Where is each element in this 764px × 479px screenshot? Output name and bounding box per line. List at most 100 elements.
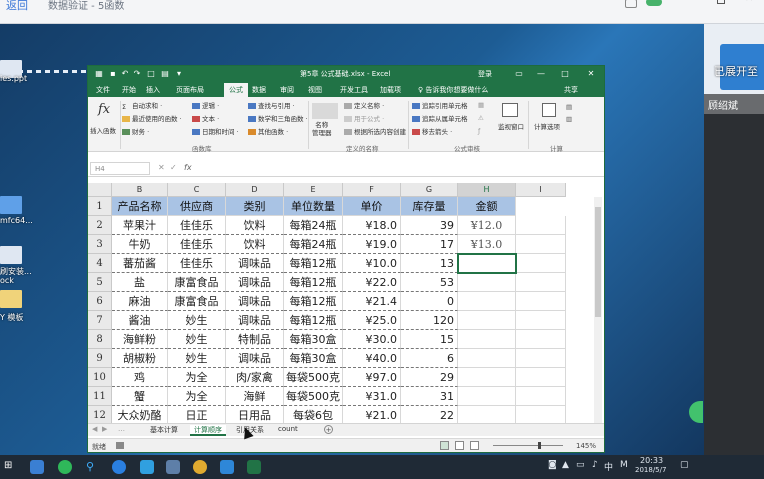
ribbon-tab[interactable]: 插入 [146, 85, 160, 95]
cancel-icon[interactable]: ✕ [158, 163, 165, 172]
name-manager-button[interactable]: 名称 管理器 [312, 121, 332, 137]
column-header[interactable]: H [458, 183, 516, 197]
minimize-icon[interactable]: — [534, 68, 548, 79]
zoom-slider-knob[interactable] [538, 442, 541, 449]
clock-date[interactable]: 2018/5/7 [635, 466, 666, 474]
table-cell[interactable]: 每袋500克 [284, 368, 343, 387]
date-time-button[interactable]: 日期和时间 · [192, 126, 239, 136]
table-cell[interactable] [516, 216, 566, 235]
text-button[interactable]: 文本 · [192, 113, 219, 123]
table-cell[interactable]: 麻油 [112, 292, 168, 311]
fx-icon[interactable]: fx [98, 102, 110, 117]
table-cell[interactable] [516, 349, 566, 368]
table-cell[interactable] [458, 311, 516, 330]
tell-me-search[interactable]: ♀ 告诉我你想要做什么 [418, 85, 488, 95]
table-cell[interactable] [516, 368, 566, 387]
table-cell[interactable]: 酱油 [112, 311, 168, 330]
tray-icon[interactable]: ◙ [548, 460, 557, 470]
table-cell[interactable]: 为全 [168, 387, 226, 406]
table-cell[interactable] [516, 387, 566, 406]
taskbar-app-icon[interactable] [58, 460, 72, 474]
maximize-icon[interactable] [717, 0, 725, 4]
active-cell-h4[interactable] [457, 253, 517, 274]
page-layout-view-icon[interactable] [455, 441, 464, 450]
undo-icon[interactable]: ↶ [120, 69, 130, 78]
sheet-tab[interactable]: count [278, 425, 298, 433]
desktop-file-icon[interactable] [0, 246, 22, 264]
table-cell[interactable]: 31 [401, 387, 458, 406]
table-cell[interactable] [516, 235, 566, 254]
table-cell[interactable] [516, 292, 566, 311]
table-cell[interactable]: ¥25.0 [343, 311, 401, 330]
table-cell[interactable]: 盐 [112, 273, 168, 292]
header-cell[interactable]: 供应商 [168, 197, 226, 216]
table-cell[interactable]: 39 [401, 216, 458, 235]
table-cell[interactable]: 海鲜 [226, 387, 284, 406]
table-cell[interactable] [458, 330, 516, 349]
table-cell[interactable]: ¥12.0 [458, 216, 516, 235]
ime-mode[interactable]: 中 [604, 460, 613, 473]
search-icon[interactable]: ⚲ [86, 460, 100, 474]
row-header[interactable]: 5 [88, 273, 112, 292]
table-cell[interactable]: 牛奶 [112, 235, 168, 254]
define-name-button[interactable]: 定义名称 · [344, 100, 384, 110]
table-cell[interactable]: 13 [401, 254, 458, 273]
math-button[interactable]: 数学和三角函数 · [248, 113, 308, 123]
table-cell[interactable]: 佳佳乐 [168, 235, 226, 254]
table-cell[interactable] [458, 273, 516, 292]
row-header[interactable]: 1 [88, 197, 112, 216]
share-button[interactable]: 共享 [564, 85, 578, 95]
name-box[interactable]: H4 [90, 162, 150, 175]
taskbar-app-icon[interactable] [30, 460, 44, 474]
camera-icon[interactable] [625, 0, 637, 8]
redo-icon[interactable]: ↷ [132, 69, 142, 78]
table-cell[interactable] [458, 349, 516, 368]
table-cell[interactable]: 妙生 [168, 311, 226, 330]
calc-now-icon[interactable]: ▤ [566, 103, 572, 111]
calc-options-button[interactable]: 计算选项 [534, 121, 560, 131]
close-icon[interactable]: ✕ [745, 0, 753, 4]
normal-view-icon[interactable] [440, 441, 449, 450]
table-cell[interactable]: 为全 [168, 368, 226, 387]
header-cell[interactable]: 单价 [343, 197, 401, 216]
table-cell[interactable]: 调味品 [226, 311, 284, 330]
table-cell[interactable]: ¥21.4 [343, 292, 401, 311]
taskbar-app-icon[interactable] [112, 460, 126, 474]
row-header[interactable]: 11 [88, 387, 112, 406]
table-cell[interactable]: 每箱12瓶 [284, 273, 343, 292]
ribbon-tab[interactable]: 开发工具 [340, 85, 368, 95]
back-link[interactable]: 返回 [6, 0, 28, 13]
header-cell[interactable]: 类别 [226, 197, 284, 216]
table-cell[interactable]: 17 [401, 235, 458, 254]
table-cell[interactable]: 29 [401, 368, 458, 387]
clock-time[interactable]: 20:33 [640, 456, 663, 465]
table-cell[interactable]: 每箱12瓶 [284, 254, 343, 273]
table-cell[interactable]: 妙生 [168, 349, 226, 368]
logical-button[interactable]: 逻辑 · [192, 100, 219, 110]
desktop-app-icon[interactable] [0, 196, 22, 214]
column-header[interactable]: C [168, 183, 226, 197]
table-cell[interactable] [458, 387, 516, 406]
table-cell[interactable]: ¥13.0 [458, 235, 516, 254]
table-cell[interactable]: ¥40.0 [343, 349, 401, 368]
row-header[interactable]: 10 [88, 368, 112, 387]
watch-window-button[interactable]: 监视窗口 [498, 121, 524, 131]
table-cell[interactable]: ¥22.0 [343, 273, 401, 292]
row-header[interactable]: 2 [88, 216, 112, 235]
login-link[interactable]: 登录 [478, 69, 492, 79]
ribbon-tab[interactable]: 加载项 [380, 85, 401, 95]
table-cell[interactable]: 饮料 [226, 216, 284, 235]
table-cell[interactable]: ¥30.0 [343, 330, 401, 349]
table-cell[interactable]: 每箱24瓶 [284, 216, 343, 235]
recent-functions-button[interactable]: 最近使用的函数 · [122, 113, 182, 123]
customize-icon[interactable]: ▾ [174, 69, 184, 78]
column-header[interactable]: B [112, 183, 168, 197]
volume-icon[interactable]: ♪ [592, 460, 598, 470]
row-header[interactable]: 9 [88, 349, 112, 368]
print-icon[interactable]: ▤ [160, 69, 170, 78]
table-cell[interactable]: 每箱24瓶 [284, 235, 343, 254]
table-cell[interactable]: 120 [401, 311, 458, 330]
ime-indicator[interactable]: M [620, 460, 628, 470]
scroll-thumb[interactable] [595, 207, 601, 317]
table-cell[interactable]: 53 [401, 273, 458, 292]
